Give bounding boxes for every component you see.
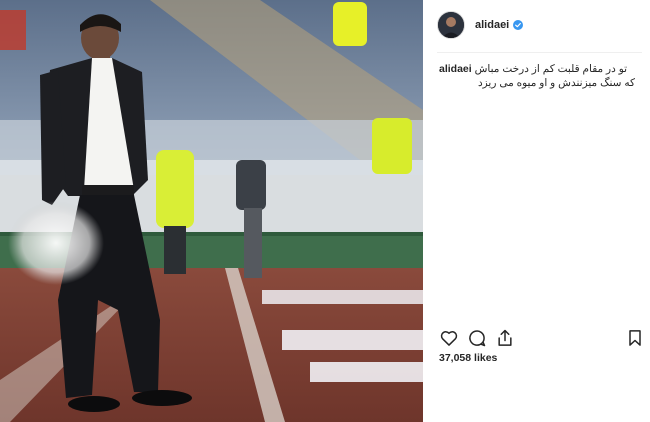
instagram-post: alidaei alidaei تو در مقام قلبت کم از در…	[0, 0, 650, 422]
profile-photo	[438, 12, 464, 38]
post-photo[interactable]	[0, 0, 423, 422]
heart-icon[interactable]	[439, 328, 459, 348]
header-divider	[437, 52, 642, 53]
likes-count[interactable]: 37,058 likes	[439, 352, 497, 364]
caption-line-1: تو در مقام قلبت کم از درخت مباش	[474, 63, 628, 75]
post-header: alidaei	[437, 10, 637, 40]
verified-badge-icon	[513, 20, 524, 30]
post-caption: alidaei تو در مقام قلبت کم از درخت مباش …	[439, 62, 635, 90]
stadium-photo-image	[0, 0, 423, 422]
caption-line-2: که سنگ میزنندش و او میوه می ریزد	[477, 77, 635, 89]
username-link[interactable]: alidaei	[475, 19, 509, 31]
post-actions-bar	[439, 328, 645, 348]
bookmark-icon[interactable]	[625, 328, 645, 348]
post-side-panel: alidaei alidaei تو در مقام قلبت کم از در…	[423, 0, 650, 422]
avatar[interactable]	[437, 11, 465, 39]
comment-icon[interactable]	[467, 328, 487, 348]
caption-username[interactable]: alidaei	[439, 63, 472, 75]
share-icon[interactable]	[495, 328, 515, 348]
